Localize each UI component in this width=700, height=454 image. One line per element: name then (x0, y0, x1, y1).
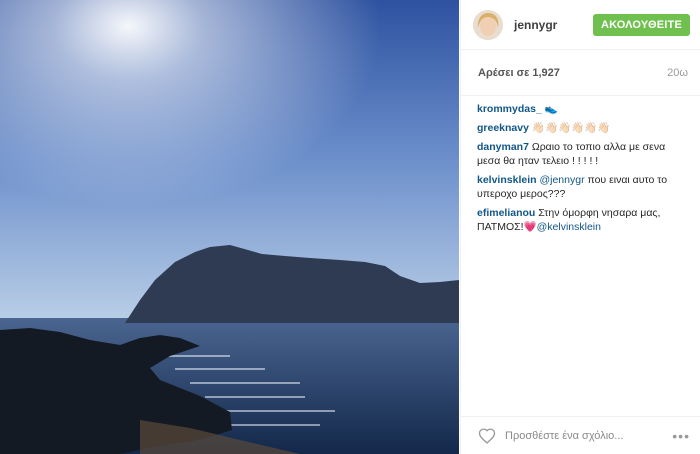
post-sidebar: jennygr ΑΚΟΛΟΥΘΕΙΤΕ Αρέσει σε 1,927 20ω … (460, 0, 700, 454)
comment: krommydas_ 👟 (477, 102, 688, 116)
heart-icon[interactable] (477, 426, 497, 446)
comment: danyman7 Ωραιο το τοπιο αλλα με σενα μεσ… (477, 140, 688, 168)
comment-bar: ••• (461, 416, 700, 454)
instagram-post: jennygr ΑΚΟΛΟΥΘΕΙΤΕ Αρέσει σε 1,927 20ω … (0, 0, 700, 454)
post-time[interactable]: 20ω (667, 67, 688, 79)
comment: greeknavy 👋🏻👋🏻👋🏻👋🏻👋🏻👋🏻 (477, 121, 688, 135)
post-stats: Αρέσει σε 1,927 20ω (461, 50, 700, 96)
post-header: jennygr ΑΚΟΛΟΥΘΕΙΤΕ (461, 0, 700, 50)
comment-username[interactable]: efimelianou (477, 207, 535, 219)
post-username[interactable]: jennygr (514, 18, 593, 32)
avatar[interactable] (473, 9, 503, 40)
avatar-image (473, 9, 503, 40)
comment-input[interactable] (505, 429, 673, 442)
seascape-image (0, 0, 459, 454)
comment-username[interactable]: kelvinsklein (477, 174, 537, 186)
comment-username[interactable]: greeknavy (477, 122, 529, 134)
comment-mention[interactable]: @kelvinsklein (537, 221, 601, 233)
comments-list: krommydas_ 👟 greeknavy 👋🏻👋🏻👋🏻👋🏻👋🏻👋🏻 dany… (461, 96, 700, 234)
comment-mention[interactable]: @jennygr (537, 174, 584, 186)
comment-username[interactable]: danyman7 (477, 141, 529, 153)
likes-count[interactable]: Αρέσει σε 1,927 (478, 67, 560, 79)
more-icon[interactable]: ••• (672, 428, 690, 444)
follow-button[interactable]: ΑΚΟΛΟΥΘΕΙΤΕ (592, 13, 690, 36)
comment-text: 👋🏻👋🏻👋🏻👋🏻👋🏻👋🏻 (528, 122, 611, 134)
comment-text: 👟 (541, 103, 558, 115)
post-photo[interactable] (0, 0, 459, 454)
comment: kelvinsklein @jennygr που ειναι αυτο το … (477, 173, 688, 201)
comment-username[interactable]: krommydas_ (477, 103, 542, 115)
comment: efimelianou Στην όμορφη νησαρα μας, ΠΑΤΜ… (477, 206, 688, 234)
